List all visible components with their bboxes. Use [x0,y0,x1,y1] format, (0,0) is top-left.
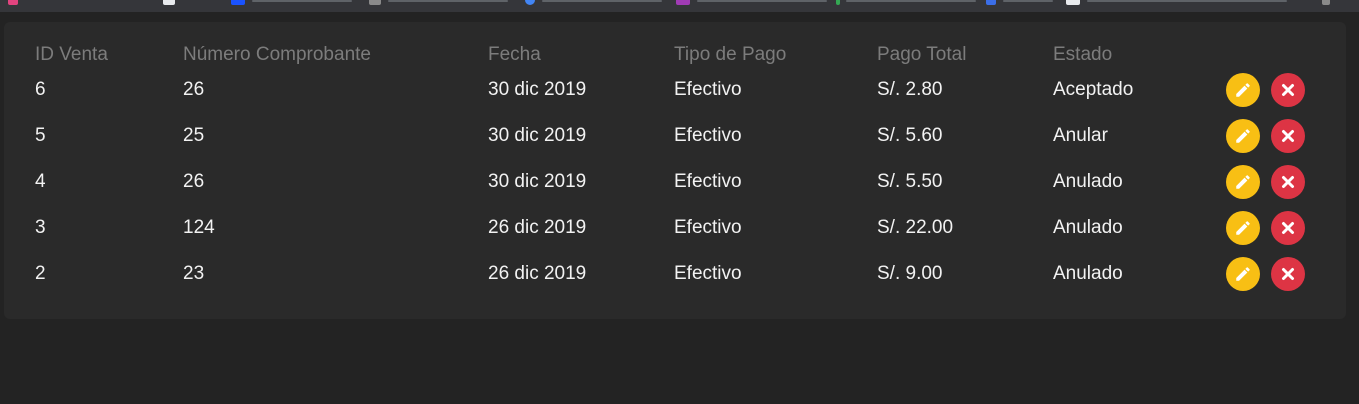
cell-numero-comprobante: 26 [183,79,205,100]
table-row: 4 26 30 dic 2019 Efectivo S/. 5.50 Anula… [35,159,1315,205]
pencil-icon [1236,221,1250,235]
bookmark-icon[interactable] [836,0,840,5]
close-icon [1282,268,1294,280]
header-tipo-de-pago: Tipo de Pago [674,44,787,65]
close-icon [1282,84,1294,96]
cell-actions [1226,67,1315,113]
cell-pago-total: S/. 22.00 [877,217,954,238]
cell-estado: Anulado [1053,171,1123,192]
cell-tipo-de-pago: Efectivo [674,79,742,100]
cell-numero-comprobante: 23 [183,263,205,284]
bookmark-icon[interactable] [1322,0,1330,5]
edit-button[interactable] [1226,257,1260,291]
cell-estado: Anular [1053,125,1108,146]
cell-fecha: 26 dic 2019 [488,217,587,238]
pencil-icon [1236,175,1250,189]
cell-estado: Aceptado [1053,79,1134,100]
bookmark-label[interactable] [1087,0,1287,2]
cell-tipo-de-pago: Efectivo [674,125,742,146]
cell-actions [1226,113,1315,159]
header-pago-total: Pago Total [877,44,967,65]
bookmark-icon[interactable] [163,0,175,5]
cell-tipo-de-pago: Efectivo [674,217,742,238]
cell-numero-comprobante: 26 [183,171,205,192]
table-row: 3 124 26 dic 2019 Efectivo S/. 22.00 Anu… [35,205,1315,251]
bookmark-icon[interactable] [676,0,690,5]
edit-button[interactable] [1226,119,1260,153]
delete-button[interactable] [1271,165,1305,199]
cell-pago-total: S/. 5.60 [877,125,943,146]
delete-button[interactable] [1271,211,1305,245]
ventas-table-card: ID Venta Número Comprobante Fecha Tipo d… [4,22,1346,319]
table-header-row: ID Venta Número Comprobante Fecha Tipo d… [35,43,1315,67]
cell-actions [1226,159,1315,205]
close-icon [1282,130,1294,142]
cell-numero-comprobante: 124 [183,217,215,238]
header-actions [1226,43,1315,67]
cell-tipo-de-pago: Efectivo [674,171,742,192]
header-id-venta: ID Venta [35,44,108,65]
delete-button[interactable] [1271,119,1305,153]
bookmarks-bar [0,0,1359,12]
cell-fecha: 30 dic 2019 [488,79,587,100]
cell-pago-total: S/. 2.80 [877,79,943,100]
header-estado: Estado [1053,44,1113,65]
cell-estado: Anulado [1053,263,1123,284]
cell-actions [1226,251,1315,297]
cell-actions [1226,205,1315,251]
pencil-icon [1236,267,1250,281]
ventas-table: ID Venta Número Comprobante Fecha Tipo d… [35,43,1315,297]
bookmark-icon[interactable] [369,0,381,5]
bookmark-label[interactable] [388,0,508,2]
bookmark-label[interactable] [252,0,352,2]
cell-tipo-de-pago: Efectivo [674,263,742,284]
bookmark-icon[interactable] [525,0,535,5]
table-row: 2 23 26 dic 2019 Efectivo S/. 9.00 Anula… [35,251,1315,297]
bookmark-label[interactable] [542,0,662,2]
edit-button[interactable] [1226,211,1260,245]
cell-fecha: 26 dic 2019 [488,263,587,284]
cell-id-venta: 2 [35,263,46,284]
close-icon [1282,222,1294,234]
edit-button[interactable] [1226,73,1260,107]
bookmark-icon[interactable] [1066,0,1080,5]
cell-pago-total: S/. 9.00 [877,263,943,284]
header-fecha: Fecha [488,44,541,65]
cell-id-venta: 4 [35,171,46,192]
bookmark-icon[interactable] [986,0,996,5]
cell-pago-total: S/. 5.50 [877,171,943,192]
cell-fecha: 30 dic 2019 [488,125,587,146]
cell-id-venta: 5 [35,125,46,146]
bookmark-label[interactable] [1003,0,1053,2]
cell-estado: Anulado [1053,217,1123,238]
close-icon [1282,176,1294,188]
table-row: 5 25 30 dic 2019 Efectivo S/. 5.60 Anula… [35,113,1315,159]
cell-id-venta: 6 [35,79,46,100]
pencil-icon [1236,83,1250,97]
bookmark-icon[interactable] [8,0,18,5]
table-row: 6 26 30 dic 2019 Efectivo S/. 2.80 Acept… [35,67,1315,113]
edit-button[interactable] [1226,165,1260,199]
delete-button[interactable] [1271,257,1305,291]
cell-fecha: 30 dic 2019 [488,171,587,192]
bookmark-label[interactable] [697,0,827,2]
bookmark-icon[interactable] [231,0,245,5]
delete-button[interactable] [1271,73,1305,107]
cell-id-venta: 3 [35,217,46,238]
cell-numero-comprobante: 25 [183,125,205,146]
bookmark-label[interactable] [846,0,976,2]
pencil-icon [1236,129,1250,143]
header-numero-comprobante: Número Comprobante [183,44,371,65]
